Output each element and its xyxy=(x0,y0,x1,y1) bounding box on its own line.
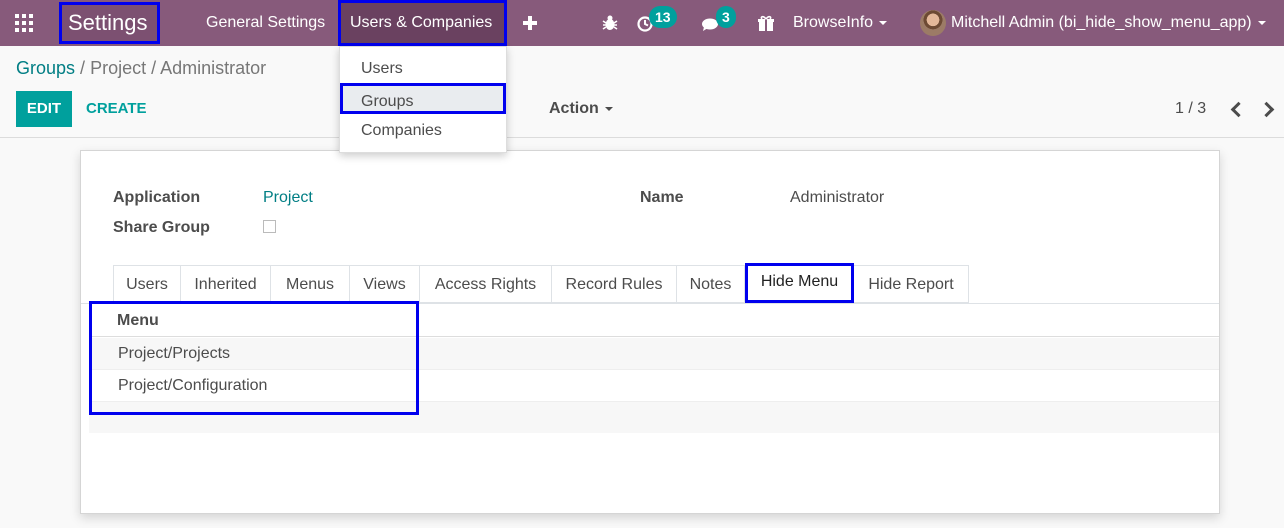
menu-cell: Project/Configuration xyxy=(118,377,268,394)
plus-icon[interactable] xyxy=(522,15,538,31)
tab-hide-report[interactable]: Hide Report xyxy=(854,265,969,303)
name-label: Name xyxy=(640,189,684,206)
chevron-down-icon xyxy=(1257,20,1266,25)
action-dropdown[interactable]: Action xyxy=(549,91,613,127)
users-companies-dropdown: Users Groups Companies xyxy=(339,46,507,153)
company-switcher[interactable]: BrowseInfo xyxy=(793,0,888,46)
share-group-label: Share Group xyxy=(113,219,210,236)
top-navbar: Settings General Settings Users & Compan… xyxy=(0,0,1284,46)
tab-notes[interactable]: Notes xyxy=(677,265,745,303)
tab-users[interactable]: Users xyxy=(113,265,181,303)
table-row[interactable]: Project/Projects xyxy=(89,338,1219,370)
gift-icon[interactable] xyxy=(756,13,776,33)
breadcrumb-current: Project / Administrator xyxy=(90,58,267,78)
message-count-badge: 3 xyxy=(716,6,736,28)
menu-users-companies[interactable]: Users & Companies xyxy=(338,0,507,46)
app-title[interactable]: Settings xyxy=(59,2,160,44)
action-label: Action xyxy=(549,100,599,117)
menu-general-settings[interactable]: General Settings xyxy=(206,0,325,46)
tab-access-rights[interactable]: Access Rights xyxy=(420,265,552,303)
breadcrumb: Groups / Project / Administrator xyxy=(16,58,266,79)
menu-cell: Project/Projects xyxy=(118,345,231,362)
application-field[interactable]: Project xyxy=(263,189,313,207)
apps-menu-icon[interactable] xyxy=(15,14,33,32)
tab-inherited[interactable]: Inherited xyxy=(181,265,271,303)
tab-menus[interactable]: Menus xyxy=(271,265,350,303)
application-label: Application xyxy=(113,189,201,206)
edit-button[interactable]: EDIT xyxy=(16,91,72,127)
name-field[interactable]: Administrator xyxy=(790,189,884,207)
dropdown-item-users[interactable]: Users xyxy=(340,53,506,84)
avatar[interactable] xyxy=(920,10,946,36)
activity-count-badge: 13 xyxy=(649,6,677,28)
dropdown-item-companies[interactable]: Companies xyxy=(340,115,506,146)
control-panel-divider xyxy=(0,137,1284,138)
chevron-down-icon xyxy=(604,106,613,111)
tab-hide-menu[interactable]: Hide Menu xyxy=(745,263,854,303)
table-header: Menu xyxy=(89,304,1219,337)
bug-icon[interactable] xyxy=(600,13,620,33)
pager-previous-icon[interactable] xyxy=(1228,101,1244,117)
create-button[interactable]: CREATE xyxy=(86,91,147,127)
chevron-down-icon xyxy=(879,20,888,25)
share-group-checkbox[interactable] xyxy=(263,220,276,233)
dropdown-item-groups[interactable]: Groups xyxy=(340,83,506,114)
breadcrumb-groups-link[interactable]: Groups xyxy=(16,58,75,78)
pager-next-icon[interactable] xyxy=(1259,101,1275,117)
table-row[interactable]: Project/Configuration xyxy=(89,370,1219,402)
empty-table-row xyxy=(89,402,1219,433)
form-sheet: Application Project Name Administrator S… xyxy=(80,150,1220,514)
tab-record-rules[interactable]: Record Rules xyxy=(552,265,677,303)
menu-column-header[interactable]: Menu xyxy=(117,312,159,330)
company-name: BrowseInfo xyxy=(793,14,874,31)
pager-value[interactable]: 1 / 3 xyxy=(1175,91,1206,127)
user-name: Mitchell Admin (bi_hide_show_menu_app) xyxy=(951,14,1252,31)
user-menu[interactable]: Mitchell Admin (bi_hide_show_menu_app) xyxy=(951,0,1266,46)
breadcrumb-separator: / xyxy=(80,58,86,78)
tab-views[interactable]: Views xyxy=(350,265,420,303)
